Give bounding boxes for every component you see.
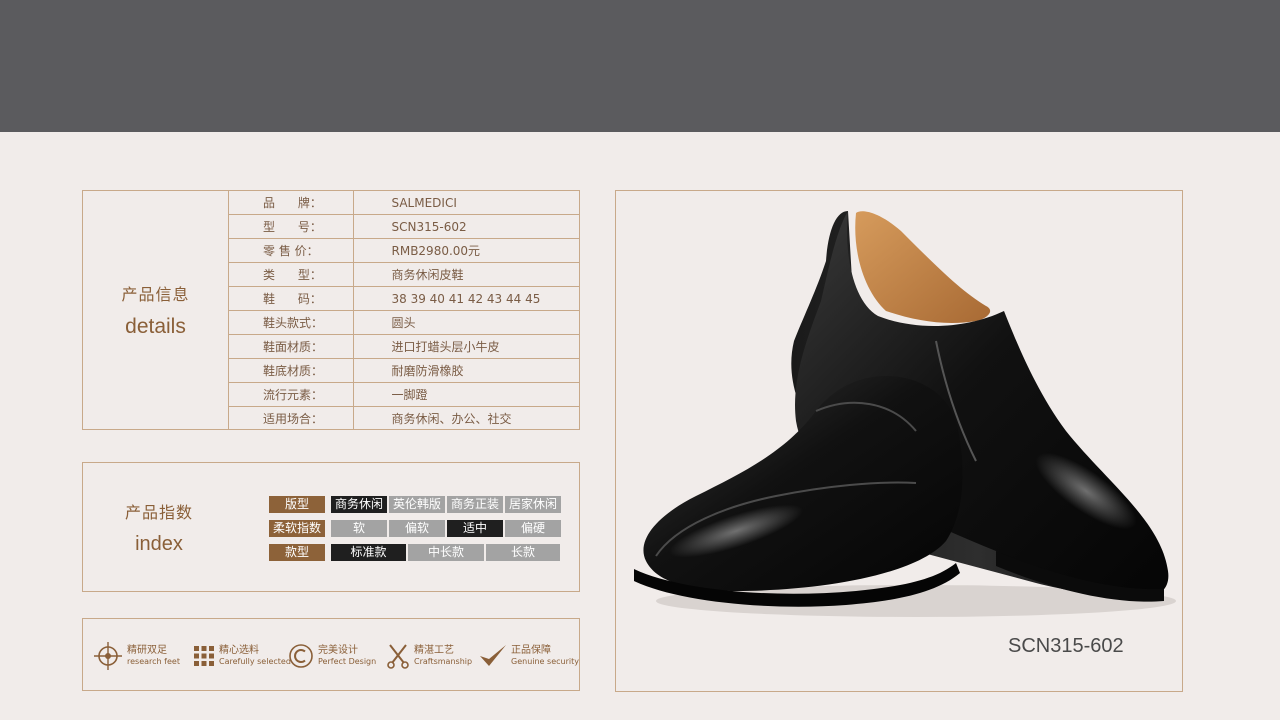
details-label: 型 号： [229,214,354,239]
feature-carefully-selected: 精心选料 Carefully selected [193,619,291,692]
index-option: 适中 [447,520,503,537]
details-heading: 产品信息 details [83,191,229,429]
feature-en: Craftsmanship [414,656,473,666]
product-photo-panel: SCN315-602 [615,190,1183,692]
index-option: 偏硬 [505,520,561,537]
index-option: 中长款 [408,544,484,561]
details-row: 型 号： SCN315-602 [229,214,579,239]
details-label: 零 售 价： [229,238,354,263]
details-label: 流行元素： [229,382,354,407]
feature-cn: 精湛工艺 [414,644,454,656]
details-row: 类 型： 商务休闲皮鞋 [229,262,579,287]
index-title-en: index [135,532,183,555]
details-value: 38 39 40 41 42 43 44 45 [353,286,579,311]
index-option: 商务休闲 [331,496,387,513]
index-option: 标准款 [331,544,406,561]
details-row: 零 售 价： RMB2980.00元 [229,238,579,263]
details-row: 品 牌： SALMEDICI [229,191,579,215]
index-row-label: 款型 [269,544,325,561]
details-value: 耐磨防滑橡胶 [353,358,579,383]
index-option: 居家休闲 [505,496,561,513]
details-value: 圆头 [353,310,579,335]
details-row: 鞋底材质： 耐磨防滑橡胶 [229,358,579,383]
details-value: 进口打蜡头层小牛皮 [353,334,579,359]
feature-cn: 精研双足 [127,644,167,656]
feature-strip: 精研双足 research feet 精心选料 Carefully selected… [82,618,580,691]
index-row: 款型 标准款 中长款 长款 [269,544,562,561]
details-label: 鞋面材质： [229,334,354,359]
details-label: 品 牌： [229,191,354,215]
feature-perfect-design: 完美设计 Perfect Design [288,619,376,692]
index-row-label: 版型 [269,496,325,513]
shoe-image [634,211,1176,617]
product-details-panel: 产品信息 details 品 牌： SALMEDICI 型 号： SCN315-602… [82,190,580,430]
feature-cn: 完美设计 [318,644,358,656]
details-row: 鞋面材质： 进口打蜡头层小牛皮 [229,334,579,359]
model-caption: SCN315-602 [1008,635,1124,657]
details-value: 商务休闲、办公、社交 [391,412,512,426]
crosshair-icon [94,641,122,670]
index-option: 偏软 [389,520,445,537]
index-option: 英伦韩版 [389,496,445,513]
details-row: 流行元素： 一脚蹬 [229,382,579,407]
index-option: 长款 [486,544,560,561]
details-row: 鞋 码： 38 39 40 41 42 43 44 45 [229,286,579,311]
feature-cn: 精心选料 [219,644,259,656]
details-value: SALMEDICI [353,191,579,215]
index-option: 商务正装 [447,496,503,513]
circle-c-icon [289,643,313,668]
index-row: 版型 商务休闲 英伦韩版 商务正装 居家休闲 [269,496,563,513]
details-title-en: details [125,315,186,338]
product-index-panel: 产品指数 index 版型 商务休闲 英伦韩版 商务正装 居家休闲 柔软指数软偏软 适中 偏硬… [82,462,580,592]
details-value: 一脚蹬 [353,382,579,407]
feature-genuine-security: 正品保障 Genuine security [479,619,579,692]
index-option: 软 [331,520,387,537]
feature-en: Genuine security [511,656,579,666]
details-label: 鞋底材质： [229,358,354,383]
details-label: 类 型： [229,262,354,287]
feature-craftsmanship: 精湛工艺 Craftsmanship [386,619,472,692]
feature-en: Carefully selected [219,656,291,666]
index-row-label: 柔软指数 [269,520,325,537]
feature-research-feet: 精研双足 research feet [93,619,180,692]
scissors-icon [387,643,409,669]
feature-en: Perfect Design [318,656,377,666]
details-label: 适用场合： [229,406,354,430]
index-heading: 产品指数 index [83,463,235,591]
details-label: 鞋头款式： [229,310,354,335]
feature-en: research feet [127,656,180,666]
details-value: 商务休闲皮鞋 [353,262,579,287]
details-table: 品 牌： SALMEDICI 型 号： SCN315-602 零 售 价： RMB2980… [229,191,579,430]
details-row: 鞋头款式： 圆头 [229,310,579,335]
checkmark-icon [480,644,506,666]
feature-cn: 正品保障 [511,644,551,656]
details-label: 鞋 码： [229,286,354,311]
index-row: 柔软指数软偏软 适中 偏硬 [269,520,563,537]
details-value: RMB2980.00元 [353,238,579,263]
details-value: SCN315-602 [353,214,579,239]
details-title-cn: 产品信息 [121,285,190,304]
top-banner [0,0,1280,132]
grid-dots-icon [194,645,214,666]
details-row: 适用场合： 商务休闲、办公、社交 [229,406,579,430]
index-title-cn: 产品指数 [124,502,193,522]
